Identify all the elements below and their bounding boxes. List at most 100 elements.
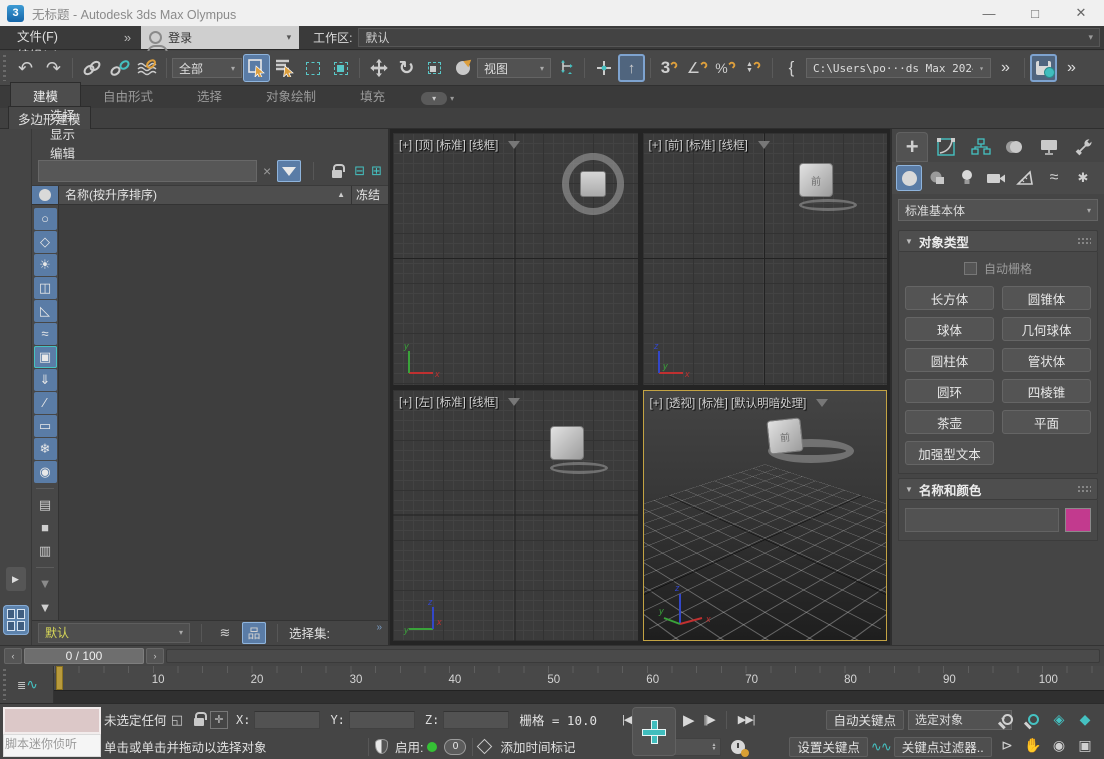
listener-pane[interactable]: 脚本迷你侦听 xyxy=(3,734,101,757)
primitive-button[interactable]: 管状体 xyxy=(1002,348,1091,372)
primitive-button[interactable]: 加强型文本 xyxy=(905,441,994,465)
sign-in-dropdown[interactable]: 登录 ▾ xyxy=(141,26,299,49)
ribbon-tab[interactable]: 对象绘制 xyxy=(244,83,338,108)
ribbon-tab[interactable]: 选择 xyxy=(175,83,244,108)
explorer-menu-item[interactable]: 选择 xyxy=(50,105,88,124)
geometry-icon[interactable]: ○ xyxy=(34,208,57,230)
ribbon-minimize-button[interactable]: ▾ ▾ xyxy=(421,92,454,105)
hierarchy-tab[interactable] xyxy=(965,132,997,162)
primitive-button[interactable]: 球体 xyxy=(905,317,994,341)
absolute-mode-icon[interactable]: ✛ xyxy=(210,711,228,729)
shapes-icon[interactable]: ◇ xyxy=(34,231,57,253)
primitive-button[interactable]: 四棱锥 xyxy=(1002,379,1091,403)
shield-icon[interactable] xyxy=(375,739,388,754)
menu-overflow-icon[interactable]: » xyxy=(114,26,141,49)
geometry-category-icon[interactable] xyxy=(896,165,922,191)
name-column-header[interactable]: 名称(按升序排序) ▲ xyxy=(59,186,352,204)
project-folder-dropdown[interactable]: C:\Users\po···ds Max 2024 ▾ xyxy=(806,58,991,78)
percent-snap-icon[interactable]: % xyxy=(712,54,739,82)
time-slider-track[interactable] xyxy=(166,649,1100,663)
keyboard-shortcut-override-button[interactable]: ↑ xyxy=(618,54,645,82)
funnel-icon[interactable] xyxy=(816,399,828,407)
z-coordinate-field[interactable] xyxy=(443,711,509,729)
zoom-all-icon[interactable] xyxy=(1020,706,1046,732)
object-color-swatch[interactable] xyxy=(1065,508,1091,532)
lights-icon[interactable]: ☀ xyxy=(34,254,57,276)
primitive-button[interactable]: 几何球体 xyxy=(1002,317,1091,341)
select-and-move-icon[interactable] xyxy=(365,54,392,82)
display-tab[interactable] xyxy=(1033,132,1065,162)
space-warps-icon[interactable]: ≈ xyxy=(34,323,57,345)
systems-category-icon[interactable]: ✱ xyxy=(1070,165,1096,191)
select-and-place-icon[interactable] xyxy=(449,54,476,82)
time-slider-handle[interactable]: 0 / 100 xyxy=(24,648,144,664)
helpers-category-icon[interactable] xyxy=(1012,165,1038,191)
blank-icon[interactable]: ■ xyxy=(34,517,57,539)
isolate-count-button[interactable]: 0 xyxy=(444,739,466,755)
particles-icon[interactable]: ❄ xyxy=(34,438,57,460)
viewport-layout-icon[interactable] xyxy=(3,605,29,635)
object-name-input[interactable] xyxy=(905,508,1059,532)
expand-hierarchy-icon[interactable]: ⊟ xyxy=(354,163,365,179)
lights-category-icon[interactable] xyxy=(954,165,980,191)
create-tab[interactable]: + xyxy=(896,132,928,162)
primitive-button[interactable]: 圆柱体 xyxy=(905,348,994,372)
pan-icon[interactable]: ✋ xyxy=(1020,732,1046,758)
funnel-icon[interactable] xyxy=(508,141,520,149)
select-and-manipulate-icon[interactable] xyxy=(590,54,617,82)
redo-button[interactable]: ↷ xyxy=(40,54,67,82)
search-filter-button[interactable] xyxy=(277,160,301,182)
unlink-selection-icon[interactable] xyxy=(106,54,133,82)
maximize-viewport-toggle-icon[interactable]: ▣ xyxy=(1072,732,1098,758)
display-toggle-column[interactable] xyxy=(32,186,59,204)
next-frame-button[interactable]: ||▶ xyxy=(699,713,720,726)
detail-view-icon[interactable]: ▥ xyxy=(34,540,57,562)
hierarchy-mode-icon[interactable]: 品 xyxy=(242,622,266,644)
funnel-icon[interactable] xyxy=(508,398,520,406)
y-coordinate-field[interactable] xyxy=(349,711,415,729)
reference-coordinate-dropdown[interactable]: 视图 ▾ xyxy=(477,58,551,78)
auto-key-button[interactable]: 自动关键点 xyxy=(826,710,905,730)
close-button[interactable]: ✕ xyxy=(1058,0,1104,26)
workspace-dropdown[interactable]: 默认 ▾ xyxy=(358,28,1100,47)
category-dropdown[interactable]: 标准基本体 ▾ xyxy=(898,199,1098,221)
select-and-link-icon[interactable] xyxy=(78,54,105,82)
viewport-perspective-active[interactable]: [+] [透视] [标准] [默认明暗处理] 前 zxy xyxy=(643,390,888,642)
keyable-icon[interactable]: ∿∿ xyxy=(871,739,891,755)
x-coordinate-field[interactable] xyxy=(254,711,320,729)
maxscript-mini-listener[interactable]: 脚本迷你侦听 xyxy=(3,707,101,757)
filter-icon[interactable]: ▼ xyxy=(34,597,57,619)
isolate-selection-icon[interactable]: ◱ xyxy=(166,710,188,730)
primitive-button[interactable]: 平面 xyxy=(1002,410,1091,434)
named-selection-sets-icon[interactable]: { xyxy=(778,54,805,82)
lock-explorer-icon[interactable] xyxy=(326,161,348,181)
select-object-button[interactable] xyxy=(243,54,270,82)
modify-tab[interactable] xyxy=(930,132,962,162)
viewport-label[interactable]: [+] [前] [标准] [线框] xyxy=(649,137,770,153)
undo-button[interactable]: ↶ xyxy=(12,54,39,82)
primitive-button[interactable]: 圆锥体 xyxy=(1002,286,1091,310)
add-key-button[interactable] xyxy=(632,707,676,756)
motion-tab[interactable] xyxy=(999,132,1031,162)
spinner-icon[interactable]: ▲▼ xyxy=(711,743,716,751)
toolbar-overflow-icon[interactable]: » xyxy=(992,54,1019,82)
zoom-extents-all-icon[interactable]: ◆ xyxy=(1072,706,1098,732)
helpers-icon[interactable]: ◺ xyxy=(34,300,57,322)
cameras-icon[interactable]: ◫ xyxy=(34,277,57,299)
time-configuration-icon[interactable] xyxy=(727,737,749,757)
list-view-icon[interactable]: ▤ xyxy=(34,494,57,516)
bones-icon[interactable]: ∕ xyxy=(34,392,57,414)
explorer-item-list[interactable] xyxy=(59,205,388,620)
expand-panel-button[interactable]: ▶ xyxy=(6,567,26,591)
add-time-tag[interactable]: 添加时间标记 xyxy=(500,737,596,756)
explorer-overflow-icon[interactable]: » xyxy=(376,622,382,633)
key-filters-button[interactable]: 关键点过滤器.. xyxy=(894,737,992,757)
macro-recorder-pane[interactable] xyxy=(3,707,101,734)
use-pivot-center-icon[interactable] xyxy=(552,54,579,82)
explorer-menu-item[interactable]: 显示 xyxy=(50,124,88,143)
primitive-button[interactable]: 圆环 xyxy=(905,379,994,403)
autogrid-checkbox[interactable] xyxy=(964,262,977,275)
clear-search-icon[interactable]: × xyxy=(263,163,271,179)
primitive-button[interactable]: 长方体 xyxy=(905,286,994,310)
frame-indicator[interactable] xyxy=(56,666,63,690)
